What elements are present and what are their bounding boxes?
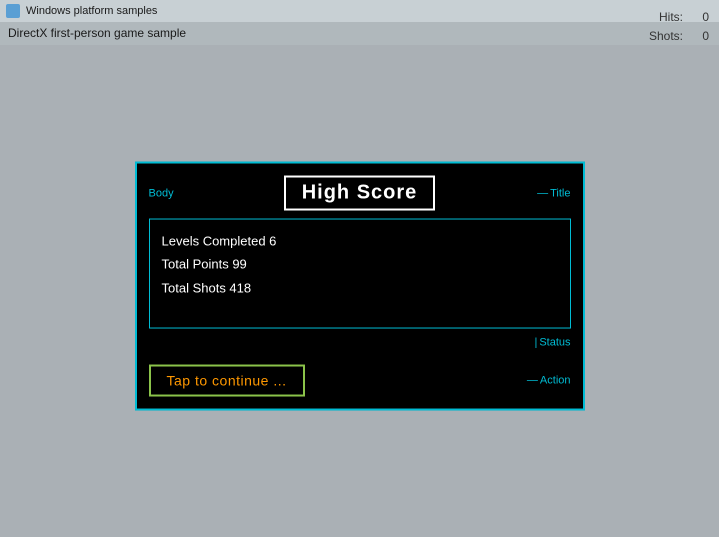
- hud-hits-row: Hits: 0: [627, 8, 709, 27]
- body-line-2: Total Points 99: [162, 253, 558, 276]
- hits-value: 0: [689, 8, 709, 27]
- dialog-title-row: Body High Score Title: [149, 176, 571, 211]
- hud-shots-row: Shots: 0: [627, 27, 709, 46]
- game-area: Body High Score Title Levels Completed 6…: [0, 45, 719, 537]
- dialog-title-box: High Score: [284, 176, 436, 211]
- title-bar: Windows platform samples: [0, 0, 719, 22]
- dialog-action-wrapper: Tap to continue ... Action: [149, 365, 571, 397]
- app-title: Windows platform samples: [26, 5, 157, 17]
- shots-value: 0: [689, 27, 709, 46]
- status-annotation: Status: [534, 337, 570, 349]
- shots-label: Shots:: [649, 27, 683, 46]
- dialog-status-wrapper: Status: [149, 337, 571, 357]
- dialog-body-wrapper: Levels Completed 6 Total Points 99 Total…: [149, 219, 571, 329]
- app-subtitle: DirectX first-person game sample: [0, 22, 719, 44]
- tap-to-continue-button[interactable]: Tap to continue ...: [149, 365, 305, 397]
- body-line-3: Total Shots 418: [162, 276, 558, 299]
- title-annotation: Title: [537, 187, 570, 199]
- hits-label: Hits:: [659, 8, 683, 27]
- high-score-dialog: Body High Score Title Levels Completed 6…: [135, 162, 585, 411]
- body-annotation-label: Body: [149, 187, 174, 199]
- app-icon: [6, 4, 20, 18]
- body-line-1: Levels Completed 6: [162, 230, 558, 253]
- dialog-title: High Score: [302, 182, 418, 204]
- dialog-body: Levels Completed 6 Total Points 99 Total…: [149, 219, 571, 329]
- action-annotation: Action: [527, 375, 571, 387]
